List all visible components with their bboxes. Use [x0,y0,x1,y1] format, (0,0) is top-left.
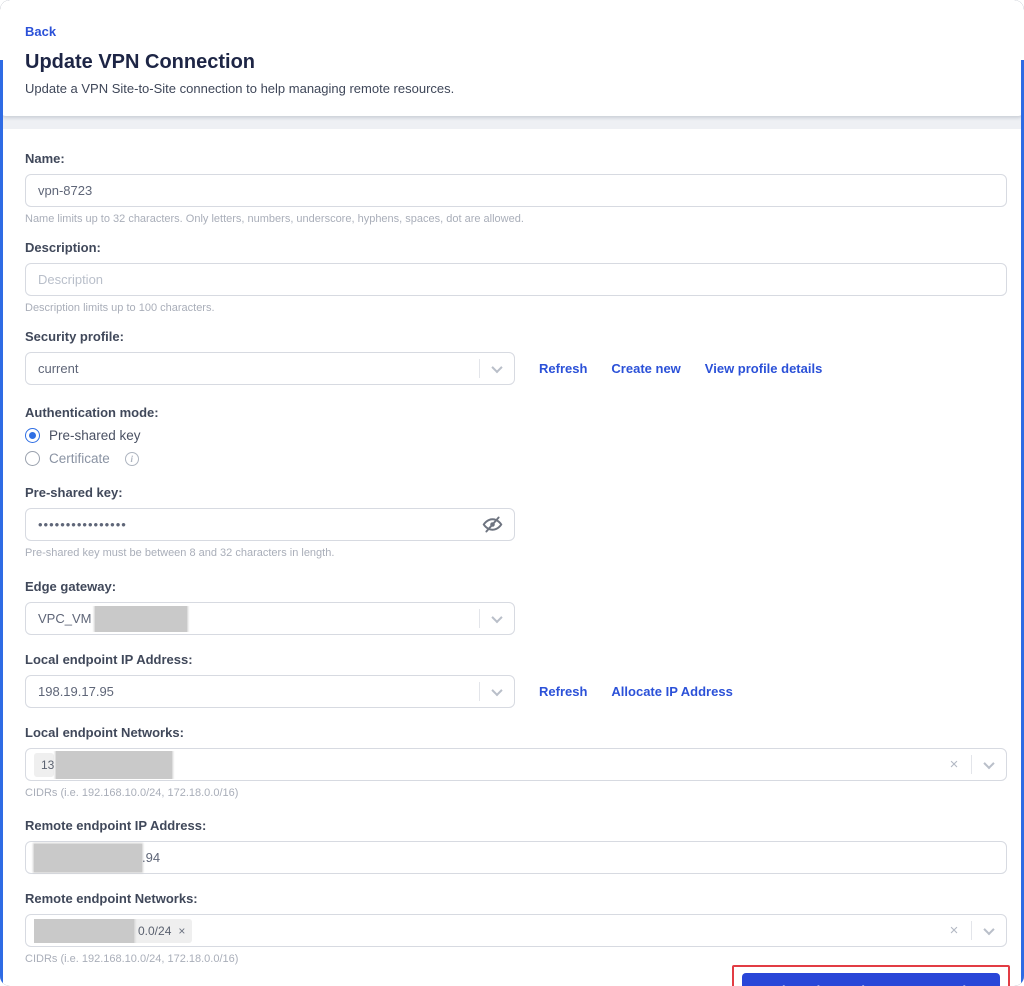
page-title: Update VPN Connection [25,51,256,73]
redaction-blur [56,750,173,779]
chevron-down-icon[interactable] [480,684,514,696]
pre-shared-key-input[interactable] [25,508,515,541]
local-ip-label: Local endpoint IP Address: [25,652,193,667]
name-helper-text: Name limits up to 32 characters. Only le… [25,213,524,225]
pre-shared-key-field-group: Pre-shared key: Pre-shared key must be b… [25,485,1007,559]
local-networks-input[interactable]: 13 × [25,748,1007,781]
redaction-blur [34,843,142,872]
pre-shared-key-helper-text: Pre-shared key must be between 8 and 32 … [25,547,335,559]
security-profile-select[interactable]: current [25,352,515,385]
form-panel: Name: Name limits up to 32 characters. O… [0,129,1024,986]
local-ip-field-group: Local endpoint IP Address: 198.19.17.95 … [25,652,1007,708]
description-input[interactable] [25,263,1007,296]
update-vpn-connection-window: Back Update VPN Connection Update a VPN … [0,0,1024,986]
auth-mode-certificate-label: Certificate [49,451,110,466]
form-footer: Update Site-to-Site VPN Connection [25,965,1010,986]
info-icon[interactable]: i [124,451,139,466]
local-networks-label: Local endpoint Networks: [25,725,184,740]
local-ip-value: 198.19.17.95 [38,684,114,699]
back-link[interactable]: Back [25,24,999,39]
remote-ip-value: .94 [142,850,161,865]
refresh-security-profile-link[interactable]: Refresh [539,361,587,376]
chevron-down-icon[interactable] [480,361,514,373]
highlight-annotation-box: Update Site-to-Site VPN Connection [732,965,1010,986]
pre-shared-key-label: Pre-shared key: [25,485,123,500]
name-label: Name: [25,151,65,166]
refresh-ip-link[interactable]: Refresh [539,684,587,699]
security-profile-value: current [38,361,79,376]
description-label: Description: [25,240,101,255]
remote-networks-label: Remote endpoint Networks: [25,891,198,906]
description-helper-text: Description limits up to 100 characters. [25,302,215,314]
remote-ip-field-group: Remote endpoint IP Address: .94 [25,818,1007,874]
chevron-down-icon[interactable] [972,923,1006,935]
allocate-ip-address-link[interactable]: Allocate IP Address [611,684,732,699]
auth-mode-option-certificate[interactable]: Certificate i [25,451,1007,466]
page-header: Back Update VPN Connection Update a VPN … [0,0,1024,116]
local-ip-select[interactable]: 198.19.17.95 [25,675,515,708]
name-field-group: Name: Name limits up to 32 characters. O… [25,151,1007,225]
auth-mode-label: Authentication mode: [25,405,159,420]
window-left-accent [0,60,3,986]
network-tag-text: 0.0/24 [138,923,172,938]
radio-selected-icon[interactable] [25,428,40,443]
network-tag: 0.0/24 × [34,918,193,943]
security-profile-field-group: Security profile: current Refresh Create… [25,329,1007,385]
clear-field-icon[interactable]: × [937,756,971,773]
clear-field-icon[interactable]: × [937,922,971,939]
description-field-group: Description: Description limits up to 10… [25,240,1007,314]
auth-mode-field-group: Authentication mode: Pre-shared key Cert… [25,405,1007,466]
create-new-profile-link[interactable]: Create new [611,361,680,376]
radio-unselected-icon[interactable] [25,451,40,466]
update-vpn-connection-button[interactable]: Update Site-to-Site VPN Connection [742,973,1000,986]
auth-mode-preshared-label: Pre-shared key [49,428,141,443]
local-networks-helper-text: CIDRs (i.e. 192.168.10.0/24, 172.18.0.0/… [25,787,239,799]
eye-off-icon[interactable] [482,514,503,540]
network-tag: 13 [34,752,55,777]
chevron-down-icon[interactable] [972,757,1006,769]
view-profile-details-link[interactable]: View profile details [705,361,823,376]
remote-networks-helper-text: CIDRs (i.e. 192.168.10.0/24, 172.18.0.0/… [25,953,239,965]
chevron-down-icon[interactable] [480,611,514,623]
remove-tag-icon[interactable]: × [178,924,185,938]
edge-gateway-label: Edge gateway: [25,579,117,594]
page-subtitle: Update a VPN Site-to-Site connection to … [25,81,455,96]
edge-gateway-select[interactable]: VPC_VM [25,602,515,635]
local-networks-field-group: Local endpoint Networks: 13 × CIDRs (i.e… [25,725,1007,799]
remote-ip-label: Remote endpoint IP Address: [25,818,207,833]
edge-gateway-value: VPC_VM [38,611,92,626]
edge-gateway-field-group: Edge gateway: VPC_VM [25,579,1007,635]
redaction-blur [95,605,188,632]
network-tag-text: 13 [41,757,55,772]
security-profile-label: Security profile: [25,329,124,344]
redaction-blur [34,918,134,943]
remote-networks-field-group: Remote endpoint Networks: 0.0/24 × × CID… [25,891,1007,965]
remote-ip-input[interactable]: .94 [25,841,1007,874]
remote-networks-input[interactable]: 0.0/24 × × [25,914,1007,947]
auth-mode-option-preshared[interactable]: Pre-shared key [25,428,1007,443]
name-input[interactable] [25,174,1007,207]
